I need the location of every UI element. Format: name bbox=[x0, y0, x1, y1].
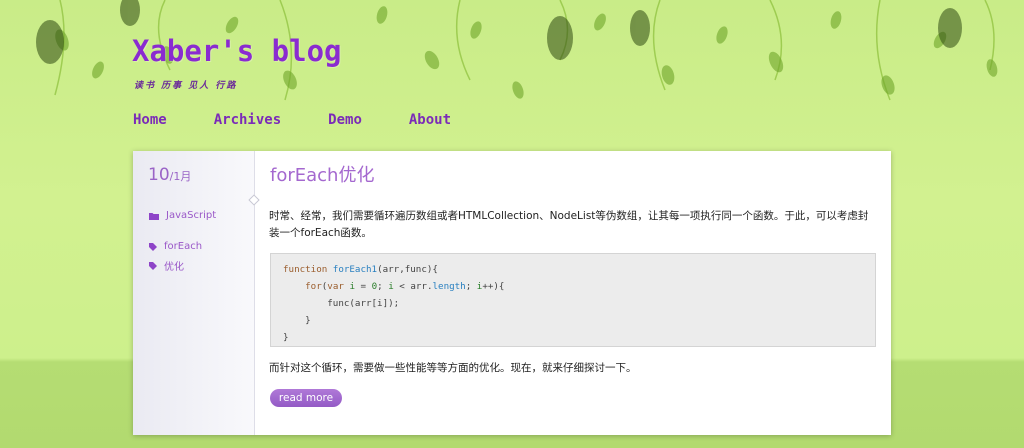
blog-subtitle: 读书 历事 见人 行路 bbox=[134, 81, 238, 91]
post-tag-label: 优化 bbox=[164, 262, 184, 273]
code-line: } bbox=[283, 312, 863, 329]
post-paragraph: 时常、经常，我们需要循环遍历数组或者HTMLCollection、NodeLis… bbox=[269, 210, 869, 239]
code-text: func(arr[i]); bbox=[283, 298, 400, 309]
code-keyword: function bbox=[283, 264, 328, 275]
code-line: for(var i = 0; i < arr.length; i++){ bbox=[283, 278, 863, 295]
post-tag-foreach[interactable]: forEach bbox=[149, 241, 202, 252]
code-text: (arr,func){ bbox=[377, 264, 438, 275]
code-property: length bbox=[432, 281, 466, 292]
post-paragraph: 而针对这个循环，需要做一些性能等等方面的优化。现在，就来仔细探讨一下。 bbox=[269, 362, 637, 374]
code-text: ++){ bbox=[482, 281, 505, 292]
post-category[interactable]: JavaScript bbox=[149, 210, 216, 221]
code-keyword: var bbox=[327, 281, 344, 292]
code-keyword: for bbox=[305, 281, 322, 292]
post-category-label: JavaScript bbox=[166, 210, 217, 221]
post-tag-label: forEach bbox=[164, 241, 203, 252]
post-date-day: 10 bbox=[148, 165, 170, 185]
code-variable: i bbox=[343, 281, 355, 292]
code-text: < arr. bbox=[393, 281, 433, 292]
post-tag-optimize[interactable]: 优化 bbox=[149, 258, 184, 273]
code-text: ; bbox=[377, 281, 389, 292]
post-card: 10/1月 JavaScript forEach 优化 forEach优化 时常… bbox=[133, 151, 891, 435]
nav-about[interactable]: About bbox=[409, 112, 451, 128]
tag-icon bbox=[149, 242, 157, 251]
code-text: } bbox=[283, 332, 289, 343]
tag-icon bbox=[149, 261, 157, 270]
post-title[interactable]: forEach优化 bbox=[270, 161, 374, 187]
nav-archives[interactable]: Archives bbox=[214, 112, 281, 128]
code-line: function forEach1(arr,func){ bbox=[283, 261, 863, 278]
main-nav: Home Archives Demo About bbox=[133, 112, 498, 128]
nav-home[interactable]: Home bbox=[133, 112, 167, 128]
code-function-name: forEach1 bbox=[327, 264, 378, 275]
code-line: } bbox=[283, 329, 863, 346]
post-meta-sidebar: 10/1月 JavaScript forEach 优化 bbox=[133, 151, 255, 435]
code-line: func(arr[i]); bbox=[283, 295, 863, 312]
code-text: } bbox=[283, 315, 311, 326]
code-text: ; bbox=[465, 281, 477, 292]
read-more-button[interactable]: read more bbox=[270, 389, 342, 407]
blog-title[interactable]: Xaber's blog bbox=[132, 34, 342, 68]
post-date: 10/1月 bbox=[148, 165, 191, 185]
nav-demo[interactable]: Demo bbox=[328, 112, 362, 128]
folder-icon bbox=[149, 212, 159, 220]
post-date-month: /1月 bbox=[169, 170, 192, 183]
code-text: = bbox=[354, 281, 372, 292]
code-block: function forEach1(arr,func){ for(var i =… bbox=[270, 253, 876, 347]
